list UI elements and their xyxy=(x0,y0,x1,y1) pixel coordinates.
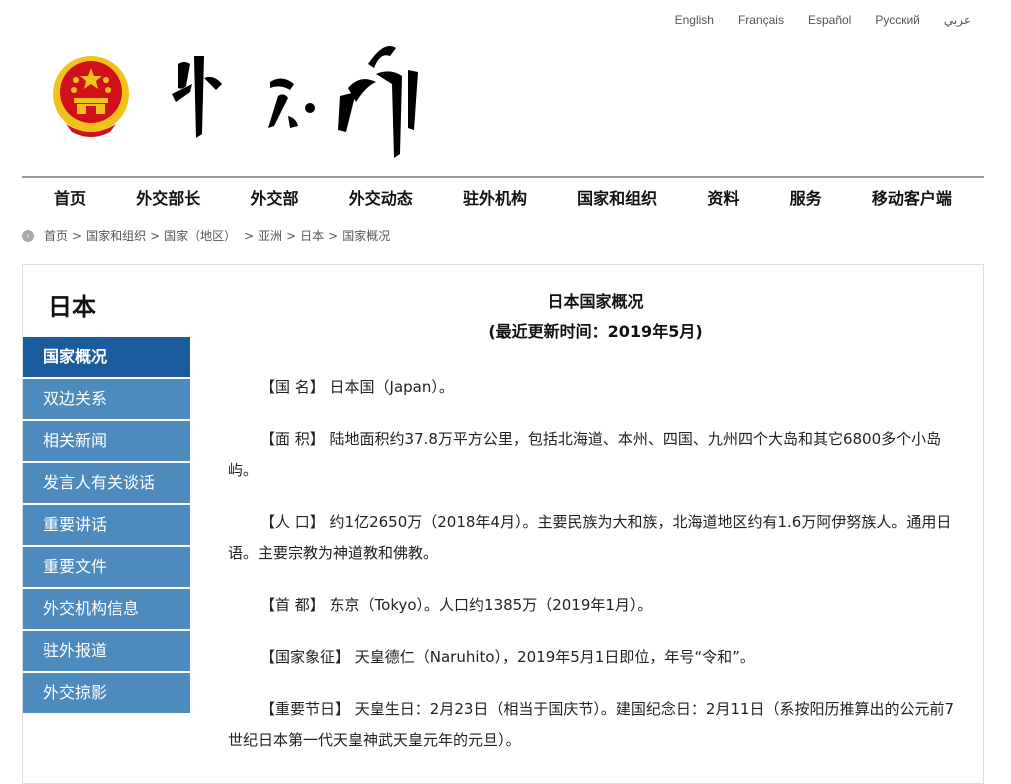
breadcrumb-regions[interactable]: 国家（地区） xyxy=(164,227,236,244)
sidebar-item-photos[interactable]: 外交掠影 xyxy=(23,673,190,713)
para-name: 【国 名】 日本国（Japan）。 xyxy=(260,378,454,396)
logo-calligraphy[interactable] xyxy=(170,34,425,162)
language-bar: English Français Español Русский عربي xyxy=(675,13,971,27)
main-nav: 首页 外交部长 外交部 外交动态 驻外机构 国家和组织 资料 服务 移动客户端 xyxy=(22,176,984,216)
nav-countries[interactable]: 国家和组织 xyxy=(553,185,681,209)
para-area: 【面 积】 陆地面积约37.8万平方公里，包括北海道、本州、四国、九州四个大岛和… xyxy=(228,430,942,479)
nav-missions[interactable]: 驻外机构 xyxy=(439,185,551,209)
para-symbol: 【国家象征】 天皇德仁（Naruhito），2019年5月1日即位，年号“令和”… xyxy=(260,648,755,666)
nav-resources[interactable]: 资料 xyxy=(683,185,763,209)
lang-russian-link[interactable]: Русский xyxy=(875,13,920,27)
lang-arabic-link[interactable]: عربي xyxy=(944,13,971,27)
sidebar-item-bilateral[interactable]: 双边关系 xyxy=(23,379,190,419)
nav-home[interactable]: 首页 xyxy=(30,185,110,209)
para-holidays: 【重要节日】 天皇生日：2月23日（相当于国庆节）。建国纪念日：2月11日（系按… xyxy=(228,700,955,749)
sidebar: 国家概况 双边关系 相关新闻 发言人有关谈话 重要讲话 重要文件 外交机构信息 … xyxy=(23,337,190,715)
breadcrumb-home[interactable]: 首页 xyxy=(44,227,68,244)
article-title: 日本国家概况 xyxy=(547,292,644,311)
nav-minister[interactable]: 外交部长 xyxy=(112,185,224,209)
breadcrumb-countries[interactable]: 国家和组织 xyxy=(86,227,146,244)
para-population: 【人 口】 约1亿2650万（2018年4月）。主要民族为大和族，北海道地区约有… xyxy=(228,513,952,562)
lang-spanish-link[interactable]: Español xyxy=(808,13,851,27)
chevron-right-icon: › xyxy=(22,229,34,242)
sidebar-item-overview[interactable]: 国家概况 xyxy=(23,337,190,377)
breadcrumb-overview[interactable]: 国家概况 xyxy=(342,227,390,244)
sidebar-item-speeches[interactable]: 重要讲话 xyxy=(23,505,190,545)
national-emblem-icon[interactable] xyxy=(50,50,132,140)
nav-diplomatic-news[interactable]: 外交动态 xyxy=(325,185,437,209)
content-frame: 日本 国家概况 双边关系 相关新闻 发言人有关谈话 重要讲话 重要文件 外交机构… xyxy=(22,264,984,784)
article: 日本国家概况 (最近更新时间：2019年5月) 【国 名】 日本国（Japan）… xyxy=(228,287,963,756)
sidebar-item-missions-info[interactable]: 外交机构信息 xyxy=(23,589,190,629)
sidebar-item-documents[interactable]: 重要文件 xyxy=(23,547,190,587)
article-subtitle: (最近更新时间：2019年5月) xyxy=(488,322,703,341)
sidebar-item-news[interactable]: 相关新闻 xyxy=(23,421,190,461)
sidebar-item-spokesperson[interactable]: 发言人有关谈话 xyxy=(23,463,190,503)
nav-mobile[interactable]: 移动客户端 xyxy=(848,185,976,209)
lang-french-link[interactable]: Français xyxy=(738,13,784,27)
breadcrumb-japan[interactable]: 日本 xyxy=(300,227,324,244)
breadcrumb: › 首页 > 国家和组织 > 国家（地区） > 亚洲 > 日本 > 国家概况 xyxy=(22,227,390,244)
nav-ministry[interactable]: 外交部 xyxy=(226,185,322,209)
para-capital: 【首 都】 东京（Tokyo）。人口约1385万（2019年1月）。 xyxy=(260,596,653,614)
sidebar-item-reports[interactable]: 驻外报道 xyxy=(23,631,190,671)
country-name: 日本 xyxy=(48,293,96,321)
lang-english-link[interactable]: English xyxy=(675,13,714,27)
nav-services[interactable]: 服务 xyxy=(766,185,846,209)
breadcrumb-asia[interactable]: 亚洲 xyxy=(258,227,282,244)
